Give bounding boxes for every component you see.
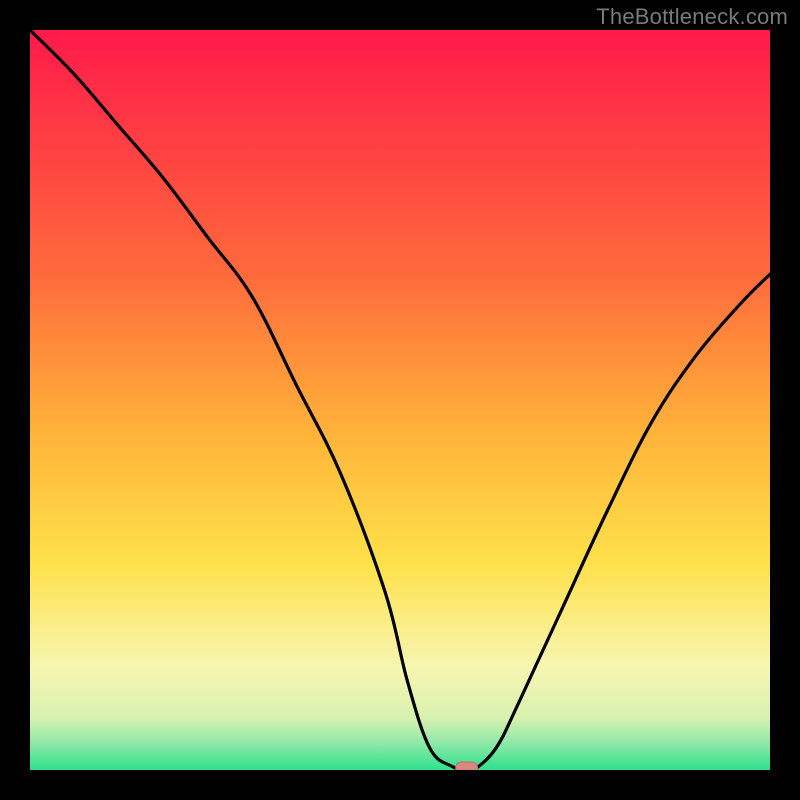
plot-area <box>30 30 770 770</box>
gradient-background <box>30 30 770 770</box>
optimum-marker <box>456 762 478 770</box>
watermark-text: TheBottleneck.com <box>596 4 788 30</box>
bottleneck-chart <box>30 30 770 770</box>
chart-frame: TheBottleneck.com <box>0 0 800 800</box>
